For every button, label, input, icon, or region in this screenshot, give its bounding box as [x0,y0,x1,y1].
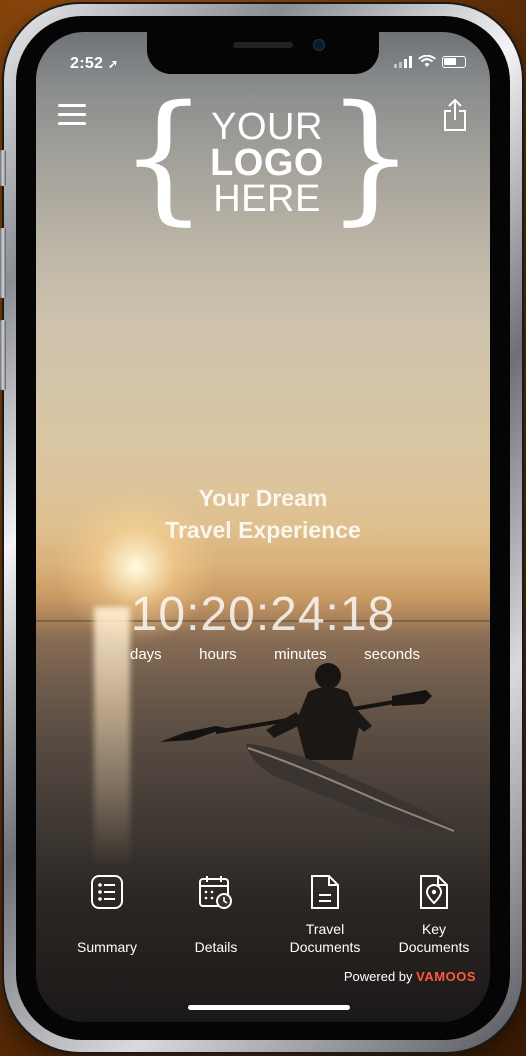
bottom-tab-bar: Summary Details Travel Documents Key Doc… [36,874,490,974]
silent-switch [0,150,6,186]
logo-line-2: LOGO [210,142,324,184]
logo-line-3: HERE [213,178,321,220]
document-pin-icon [420,875,448,909]
document-icon [311,875,339,909]
tab-travel-documents[interactable]: Travel Documents [270,874,380,956]
logo-line-1: YOUR [211,106,323,148]
status-icons [394,55,466,68]
hero-headline: Your Dream Travel Experience [36,482,490,546]
countdown-timer: 10:20:24:18 [130,588,396,641]
label-hours: hours [199,646,237,663]
label-minutes: minutes [274,646,327,663]
tab-details-label: Details [194,939,238,955]
app-screen: 2:52 ➚ {YOUR LOGO HERE} Your Dream Tra… [36,32,490,1022]
volume-down-button [0,320,6,390]
headline-line-2: Travel Experience [165,517,361,543]
label-days: days [130,646,162,663]
list-icon [91,875,123,909]
tab-travel-documents-label: Travel Documents [289,921,361,955]
signal-icon [394,55,412,68]
battery-icon [442,55,466,68]
tab-key-documents[interactable]: Key Documents [379,874,489,956]
tab-key-documents-label: Key Documents [398,921,470,955]
countdown-labels: days hours minutes seconds [130,646,420,663]
notch [147,32,379,74]
status-time: 2:52 ➚ [70,55,119,72]
powered-by-prefix: Powered by [343,969,413,984]
location-arrow-icon: ➚ [107,57,119,71]
volume-up-button [0,228,6,298]
logo-right-brace: } [325,76,416,239]
hamburger-menu-icon[interactable] [58,104,86,128]
tab-summary[interactable]: Summary [52,874,162,956]
kayaker-silhouette [160,663,456,832]
home-indicator[interactable] [188,1005,350,1010]
calendar-clock-icon [199,876,232,909]
front-camera [313,39,325,51]
sun-reflection [94,607,130,867]
wifi-icon [418,55,436,67]
share-icon[interactable] [442,98,468,132]
powered-by-credit: Powered by VAMOOS [344,969,476,984]
tab-summary-label: Summary [77,939,137,955]
tab-details[interactable]: Details [161,874,271,956]
logo-left-brace: { [118,76,209,239]
vamoos-brand[interactable]: VAMOOS [416,969,476,984]
logo-text: YOUR LOGO HERE [210,106,324,220]
headline-line-1: Your Dream [198,485,328,511]
label-seconds: seconds [364,646,420,663]
brand-logo: { YOUR LOGO HERE } [119,88,415,228]
speaker-grille [233,42,293,48]
